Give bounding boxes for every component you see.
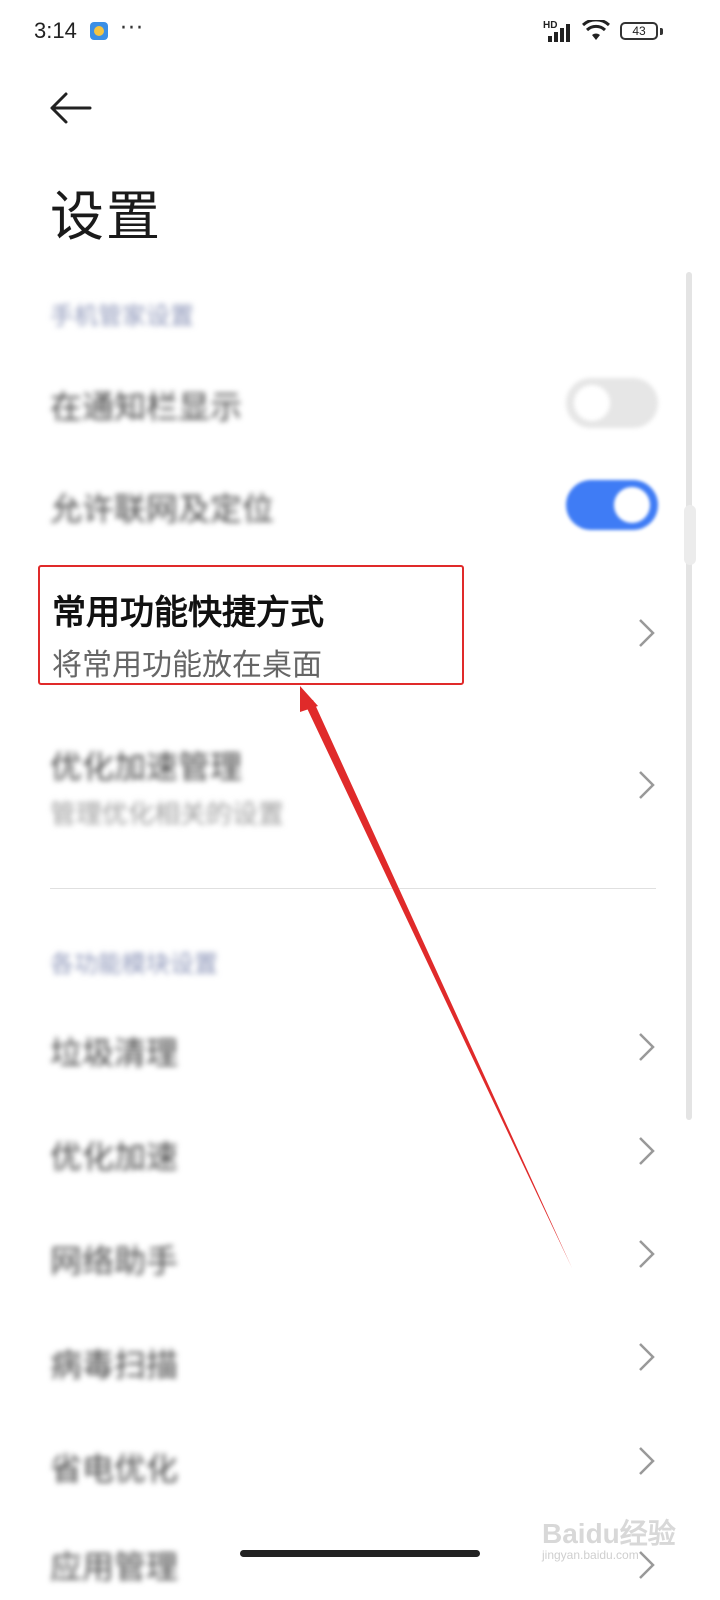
wifi-icon [582, 20, 610, 40]
chevron-right-icon[interactable] [636, 1237, 658, 1271]
settings-item-notification-bar[interactable]: 在通知栏显示 [50, 382, 242, 428]
section-header-general: 手机管家设置 [50, 302, 194, 330]
battery-level: 43 [632, 24, 646, 38]
arrow-left-icon [50, 92, 92, 124]
battery-icon: 43 [620, 22, 658, 40]
settings-item-cleanup[interactable]: 垃圾清理 [50, 1028, 178, 1074]
watermark-brand: Baidu经验 [542, 1518, 676, 1549]
scrollbar[interactable] [686, 272, 692, 1120]
home-indicator[interactable] [240, 1550, 480, 1557]
shortcuts-item-subtitle: 将常用功能放在桌面 [52, 648, 322, 683]
signal-icon [548, 24, 570, 42]
network-location-toggle[interactable] [566, 480, 658, 530]
battery-tip [660, 28, 663, 35]
status-time: 3:14 [34, 18, 77, 43]
settings-item-speedup[interactable]: 优化加速 [50, 1132, 178, 1178]
chevron-right-icon[interactable] [636, 1444, 658, 1478]
chevron-right-icon[interactable] [636, 1340, 658, 1374]
toggle-knob [614, 487, 650, 523]
app-notification-icon [90, 22, 108, 40]
page-title: 设置 [50, 185, 162, 248]
settings-item-network-assistant[interactable]: 网络助手 [50, 1236, 178, 1282]
status-bar: 3:14 ··· HD 43 [0, 0, 720, 64]
chevron-right-icon[interactable] [636, 616, 658, 650]
toggle-knob [574, 385, 610, 421]
settings-item-app-management[interactable]: 应用管理 [50, 1542, 178, 1588]
chevron-right-icon[interactable] [636, 1030, 658, 1064]
settings-item-optimize-title[interactable]: 优化加速管理 [50, 742, 242, 788]
back-button[interactable] [48, 88, 96, 132]
settings-item-optimize-subtitle: 管理优化相关的设置 [50, 800, 285, 830]
more-notifications-icon: ··· [120, 16, 144, 41]
settings-item-virus-scan[interactable]: 病毒扫描 [50, 1340, 178, 1386]
chevron-right-icon[interactable] [636, 768, 658, 802]
chevron-right-icon[interactable] [636, 1134, 658, 1168]
section-divider [50, 888, 656, 889]
settings-item-network-location[interactable]: 允许联网及定位 [50, 484, 274, 530]
scroll-handle[interactable] [684, 505, 696, 565]
watermark-site: jingyan.baidu.com [542, 1548, 639, 1562]
section-header-modules: 各功能模块设置 [50, 950, 218, 978]
notification-bar-toggle[interactable] [566, 378, 658, 428]
shortcuts-item-title[interactable]: 常用功能快捷方式 [52, 585, 324, 634]
settings-item-power-saving[interactable]: 省电优化 [50, 1444, 178, 1490]
